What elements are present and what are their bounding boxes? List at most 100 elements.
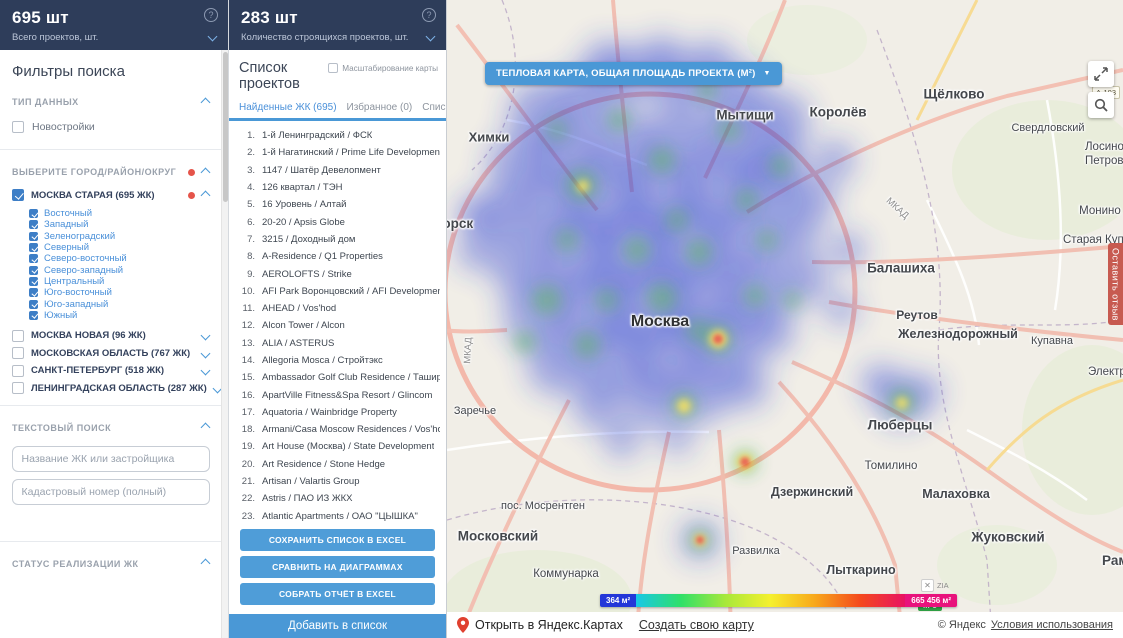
district-checkbox[interactable] [29,299,38,309]
open-in-yandex-link[interactable]: Открыть в Яндекс.Картах [457,617,623,633]
district-list: Восточный Западный Зеленоградский Северный С… [0,205,221,327]
project-row[interactable]: 5. 16 Уровень / Алтай [235,196,440,213]
add-to-list-button[interactable]: Добавить в список [229,614,446,638]
district-item[interactable]: Восточный [29,208,221,219]
project-row[interactable]: 18. Armani/Casa Moscow Residences / Vos'h… [235,421,440,438]
district-checkbox[interactable] [29,288,38,298]
region-item[interactable]: ЛЕНИНГРАДСКАЯ ОБЛАСТЬ (287 ЖК) [0,379,222,397]
tab-lists[interactable]: Списки (0) [422,102,446,113]
project-row[interactable]: 10. AFI Park Воронцовский / AFI Developme… [235,283,440,300]
terms-link[interactable]: Условия использования [991,619,1113,631]
report-excel-button[interactable]: СОБРАТЬ ОТЧЁТ В EXCEL [240,583,435,605]
create-map-link[interactable]: Создать свою карту [639,618,754,632]
map[interactable]: Химки Мытищи Королёв Щёлково Свердловский Лос… [447,0,1123,638]
chevron-down-icon[interactable] [207,31,218,42]
district-checkbox[interactable] [29,265,38,275]
project-row[interactable]: 3. 1147 / Шатёр Девелопмент [235,162,440,179]
district-item[interactable]: Юго-западный [29,298,221,310]
heatmap-mode-dropdown[interactable]: ТЕПЛОВАЯ КАРТА, ОБЩАЯ ПЛОЩАДЬ ПРОЕКТА (М… [485,62,782,85]
scrollbar-thumb[interactable] [223,52,228,202]
tab-found[interactable]: Найденные ЖК (695) [239,102,337,113]
section-text-search[interactable]: ТЕКСТОВЫЙ ПОИСК [0,414,221,439]
district-item[interactable]: Северо-восточный [29,253,221,264]
district-item[interactable]: Западный [29,219,221,230]
region-checkbox[interactable] [12,329,24,342]
region-item[interactable]: САНКТ-ПЕТЕРБУРГ (518 ЖК) [0,362,221,380]
project-row[interactable]: 22. Astris / ПАО ИЗ ЖКХ [235,490,440,507]
project-row[interactable]: 15. Ambassador Golf Club Residence / Таши… [235,369,440,386]
district-checkbox[interactable] [29,243,38,253]
left-column: 695 шт Всего проектов, шт. ? Фильтры пои… [0,0,229,638]
region-item[interactable]: МОСКОВСКАЯ ОБЛАСТЬ (767 ЖК) [0,344,221,362]
project-row[interactable]: 6. 20-20 / Apsis Globe [235,213,440,230]
region-item[interactable]: МОСКВА НОВАЯ (96 ЖК) [0,327,221,345]
feedback-tab[interactable]: Оставить отзыв [1108,243,1123,325]
cadastre-input[interactable] [11,478,210,505]
chevron-down-icon[interactable] [200,365,211,376]
section-geo[interactable]: ВЫБЕРИТЕ ГОРОД/РАЙОН/ОКРУГ [0,158,221,183]
chevron-up-icon[interactable] [200,97,211,107]
chevron-down-icon[interactable] [200,348,211,359]
district-item[interactable]: Северо-западный [29,264,221,276]
project-row[interactable]: 12. Alcon Tower / Alcon [235,317,440,334]
chevron-up-icon[interactable] [200,423,211,433]
project-list[interactable]: 1. 1-й Ленинградский / ФСК 2. 1-й Нагатинск… [229,121,446,524]
district-item[interactable]: Юго-восточный [29,287,221,298]
newbuild-checkbox[interactable] [12,121,24,133]
sidebar-scrollbar[interactable] [221,50,228,638]
project-row[interactable]: 16. ApartVille Fitness&Spa Resort / Glinc… [235,386,440,403]
map-search-button[interactable] [1088,92,1114,118]
district-checkbox[interactable] [29,276,38,286]
region-checkbox[interactable] [12,189,24,201]
district-checkbox[interactable] [29,254,38,264]
save-excel-button[interactable]: СОХРАНИТЬ СПИСОК В EXCEL [240,529,435,551]
section-status[interactable]: СТАТУС РЕАЛИЗАЦИИ ЖК [0,550,221,575]
district-item[interactable]: Северный [29,242,221,253]
divider [0,404,222,406]
district-item[interactable]: Южный [29,310,221,321]
compare-diagrams-button[interactable]: СРАВНИТЬ НА ДИАГРАММАХ [240,556,435,578]
projects-panel: Список проектов Масштабирование карты На… [229,50,446,638]
project-row[interactable]: 19. Art House (Москва) / State Developmen… [235,438,440,455]
list-actions: СОХРАНИТЬ СПИСОК В EXCEL СРАВНИТЬ НА ДИА… [229,524,446,614]
project-row[interactable]: 21. Artisan / Valartis Group [235,473,440,490]
project-row[interactable]: 4. 126 квартал / ТЭН [235,179,440,196]
newbuild-row[interactable]: Новостройки [0,113,221,141]
chevron-up-icon[interactable] [200,190,211,200]
fullscreen-button[interactable] [1088,61,1114,87]
search-name-input[interactable] [11,445,210,472]
project-row[interactable]: 13. ALIA / ASTERUS [235,335,440,352]
chevron-up-icon[interactable] [200,167,211,177]
district-checkbox[interactable] [29,231,38,241]
chevron-down-icon[interactable] [212,383,222,394]
project-row[interactable]: 14. Allegoria Mosca / Стройтэкс [235,352,440,369]
region-checkbox[interactable] [12,347,24,360]
region-checkbox[interactable] [12,364,24,377]
project-row[interactable]: 8. A-Residence / Q1 Properties [235,248,440,265]
project-row[interactable]: 1. 1-й Ленинградский / ФСК [235,127,440,144]
chevron-down-icon[interactable] [200,330,211,341]
district-checkbox[interactable] [29,220,38,230]
region-checkbox[interactable] [12,382,24,395]
chevron-up-icon[interactable] [200,559,211,569]
help-icon[interactable]: ? [204,8,218,22]
district-item[interactable]: Зеленоградский [29,231,221,242]
section-data-type[interactable]: ТИП ДАННЫХ [0,88,221,113]
project-row[interactable]: 20. Art Residence / Stone Hedge [235,456,440,473]
help-icon[interactable]: ? [422,8,436,22]
project-row[interactable]: 17. Aquatoria / Wainbridge Property [235,404,440,421]
district-checkbox[interactable] [29,209,38,219]
chevron-down-icon[interactable] [425,31,436,42]
district-checkbox[interactable] [29,310,38,320]
map-scale-checkbox[interactable] [328,63,339,73]
tab-favorites[interactable]: Избранное (0) [347,102,413,113]
project-row[interactable]: 2. 1-й Нагатинский / Prime Life Developme… [235,144,440,161]
map-scale-toggle[interactable]: Масштабирование карты [328,63,438,73]
project-row[interactable]: 7. 3215 / Доходный дом [235,231,440,248]
region-moscow-old[interactable]: МОСКВА СТАРАЯ (695 ЖК) [0,183,221,205]
project-row[interactable]: 23. Atlantic Apartments / ОАО "ЦЫШКА" [235,508,440,524]
legend-max-value: 665 456 м² [905,594,957,607]
project-row[interactable]: 9. AEROLOFTS / Strike [235,265,440,282]
district-item[interactable]: Центральный [29,276,221,287]
project-row[interactable]: 11. AHEAD / Vos'hod [235,300,440,317]
